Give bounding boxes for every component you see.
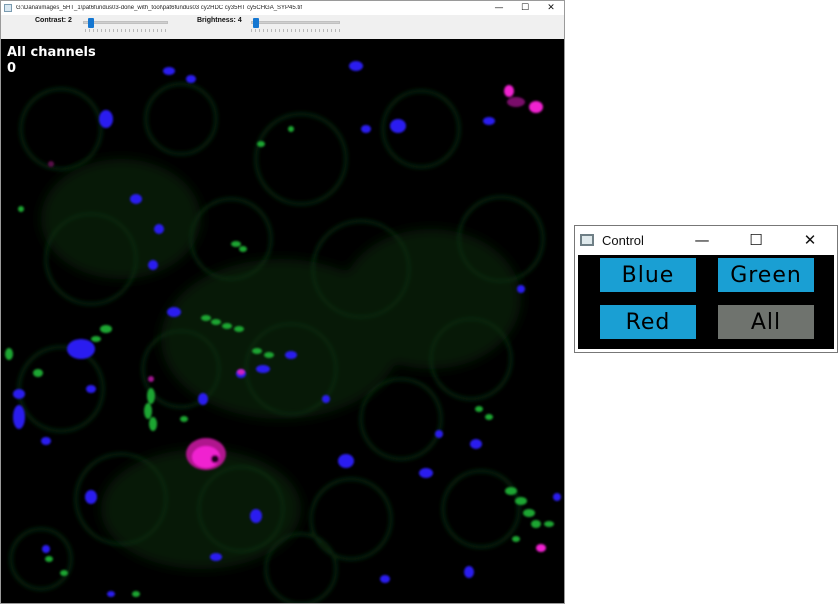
all-channels-button[interactable]: All (718, 305, 814, 339)
control-window-title: Control (602, 232, 644, 248)
channel-overlay-value: 0 (7, 61, 17, 76)
trackbar-panel: Contrast: 2 Brightness: 4 (1, 15, 564, 39)
brightness-label: Brightness: 4 (197, 17, 242, 24)
control-close-button[interactable]: ✕ (783, 226, 837, 254)
image-window-titlebar[interactable]: G:\Dana\images_5HT_1\pat6fundus03-done_w… (1, 1, 564, 15)
red-channel-button[interactable]: Red (600, 305, 696, 339)
maximize-button[interactable]: ☐ (512, 1, 538, 15)
close-button[interactable]: ✕ (538, 1, 564, 15)
blue-channel-button[interactable]: Blue (600, 258, 696, 292)
control-window-titlebar[interactable]: Control — ☐ ✕ (575, 226, 837, 254)
minimize-button[interactable]: — (486, 1, 512, 15)
control-window-icon (580, 234, 594, 246)
control-panel: Blue Green Red All (578, 255, 834, 349)
control-maximize-button[interactable]: ☐ (729, 226, 783, 254)
contrast-label: Contrast: 2 (35, 17, 72, 24)
image-window: G:\Dana\images_5HT_1\pat6fundus03-done_w… (0, 0, 565, 604)
brightness-slider[interactable] (251, 18, 340, 28)
control-minimize-button[interactable]: — (675, 226, 729, 254)
fluorescence-image[interactable]: All channels 0 (1, 39, 564, 603)
green-channel-button[interactable]: Green (718, 258, 814, 292)
control-window: Control — ☐ ✕ Blue Green Red All (574, 225, 838, 353)
fluorescence-image-render (5, 61, 561, 603)
contrast-slider-ticks (85, 29, 167, 32)
contrast-slider[interactable] (83, 18, 168, 28)
brightness-slider-ticks (251, 29, 340, 32)
image-window-title: G:\Dana\images_5HT_1\pat6fundus03-done_w… (16, 5, 303, 11)
channel-overlay-title: All channels (7, 45, 96, 60)
app-icon (4, 4, 12, 12)
contrast-slider-thumb[interactable] (88, 18, 94, 28)
brightness-slider-thumb[interactable] (253, 18, 259, 28)
